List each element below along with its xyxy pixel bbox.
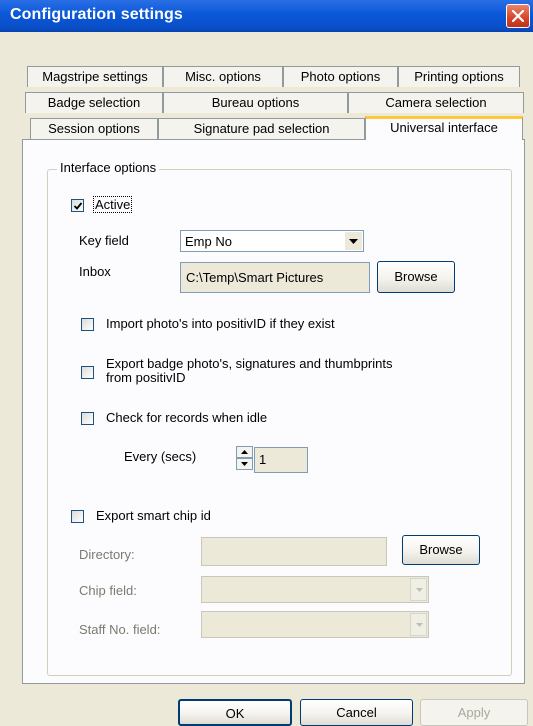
tab-camera-selection[interactable]: Camera selection xyxy=(348,92,524,113)
every-input[interactable]: 1 xyxy=(254,447,308,473)
directory-field[interactable] xyxy=(201,537,387,566)
check-idle-label: Check for records when idle xyxy=(106,410,268,425)
staff-field-dropdown[interactable] xyxy=(201,611,429,638)
every-value: 1 xyxy=(259,452,267,467)
inbox-browse-button[interactable]: Browse xyxy=(377,261,455,293)
active-label: Active xyxy=(93,196,133,213)
group-label: Interface options xyxy=(57,160,160,175)
tab-badge-selection[interactable]: Badge selection xyxy=(25,92,163,113)
directory-browse-button[interactable]: Browse xyxy=(402,535,480,565)
every-spinner[interactable] xyxy=(236,446,253,470)
key-field-dropdown[interactable]: Emp No xyxy=(180,230,364,252)
title-bar: Configuration settings xyxy=(0,0,533,32)
tab-signature-pad-selection[interactable]: Signature pad selection xyxy=(158,118,365,139)
check-idle-checkbox[interactable] xyxy=(81,412,94,425)
export-badge-label-line1: Export badge photo's, signatures and thu… xyxy=(106,356,393,371)
export-badge-label-line2: from positivID xyxy=(106,370,186,385)
apply-button[interactable]: Apply xyxy=(420,699,528,726)
close-icon xyxy=(512,10,524,22)
chip-field-dropdown[interactable] xyxy=(201,576,429,603)
active-checkbox[interactable] xyxy=(71,199,84,212)
key-field-label: Key field xyxy=(79,233,129,248)
tab-photo-options[interactable]: Photo options xyxy=(283,66,398,87)
every-label: Every (secs) xyxy=(124,449,197,464)
key-field-value: Emp No xyxy=(185,234,232,249)
chevron-down-icon xyxy=(410,578,427,601)
window-title: Configuration settings xyxy=(10,6,183,23)
staff-field-label: Staff No. field: xyxy=(79,622,161,637)
tab-bureau-options[interactable]: Bureau options xyxy=(163,92,348,113)
cancel-button[interactable]: Cancel xyxy=(300,699,413,726)
tab-misc-options[interactable]: Misc. options xyxy=(163,66,283,87)
inbox-field[interactable]: C:\Temp\Smart Pictures xyxy=(180,262,370,293)
close-button[interactable] xyxy=(506,4,530,28)
checkmark-icon xyxy=(73,202,83,210)
tab-session-options[interactable]: Session options xyxy=(30,118,158,139)
chevron-down-icon xyxy=(410,613,427,636)
import-photos-label: Import photo's into positivID if they ex… xyxy=(106,316,335,331)
tab-magstripe-settings[interactable]: Magstripe settings xyxy=(27,66,163,87)
chevron-down-icon xyxy=(345,232,362,250)
export-chip-label: Export smart chip id xyxy=(96,508,211,523)
inbox-label: Inbox xyxy=(79,264,111,279)
import-photos-checkbox[interactable] xyxy=(81,318,94,331)
tab-universal-interface[interactable]: Universal interface xyxy=(365,116,523,140)
export-badge-checkbox[interactable] xyxy=(81,366,94,379)
chip-field-label: Chip field: xyxy=(79,583,137,598)
directory-label: Directory: xyxy=(79,547,135,562)
tab-printing-options[interactable]: Printing options xyxy=(398,66,520,87)
export-chip-checkbox[interactable] xyxy=(71,510,84,523)
spinner-arrows-icon xyxy=(236,446,253,470)
ok-button[interactable]: OK xyxy=(178,699,292,726)
inbox-value: C:\Temp\Smart Pictures xyxy=(186,270,324,285)
